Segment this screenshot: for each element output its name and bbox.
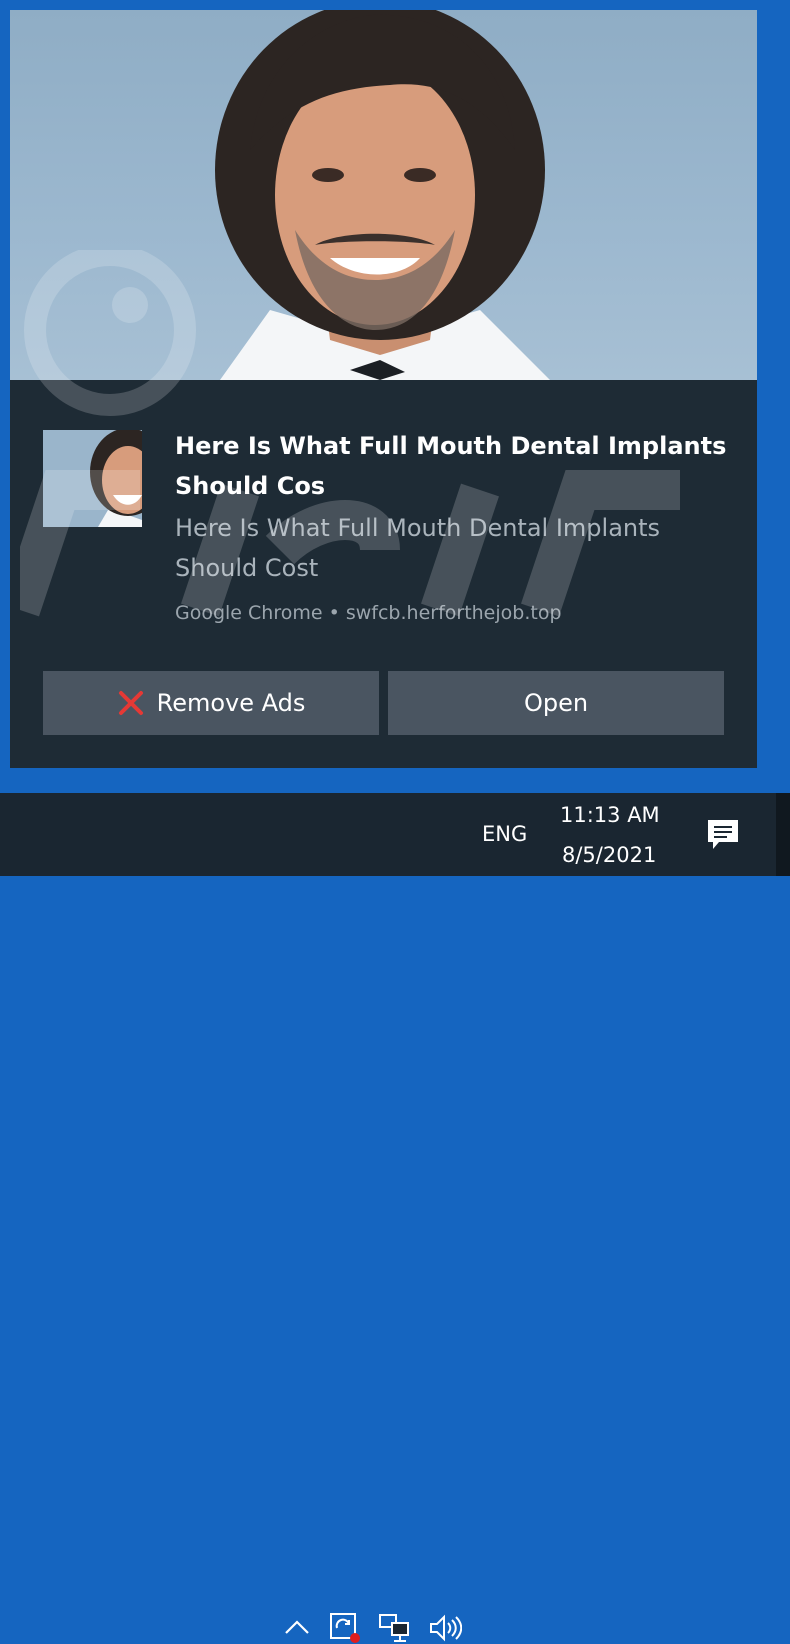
notification-thumbnail — [43, 430, 142, 527]
remove-ads-button[interactable]: Remove Ads — [43, 671, 379, 735]
network-icon[interactable] — [378, 1613, 412, 1643]
language-indicator[interactable]: ENG — [482, 822, 527, 846]
volume-icon[interactable] — [428, 1613, 462, 1643]
taskbar — [0, 793, 790, 1643]
notification-body: Here Is What Full Mouth Dental Implants … — [175, 514, 661, 582]
remove-ads-label: Remove Ads — [156, 689, 306, 717]
sync-alert-icon[interactable] — [329, 1610, 363, 1644]
close-x-icon — [118, 691, 143, 715]
notifications-icon[interactable] — [705, 817, 741, 853]
chevron-up-icon[interactable] — [284, 1618, 310, 1636]
hero-image — [10, 10, 757, 380]
notification-attribution: Google Chrome • swfcb.herforthejob.top — [175, 602, 562, 624]
open-label: Open — [523, 689, 589, 717]
clock-time[interactable]: 11:13 AM — [560, 803, 660, 827]
clock-date[interactable]: 8/5/2021 — [562, 843, 656, 867]
open-button[interactable]: Open — [388, 671, 724, 735]
toast-notification[interactable]: Here Is What Full Mouth Dental Implants … — [10, 10, 757, 768]
notification-title: Here Is What Full Mouth Dental Implants … — [175, 432, 727, 500]
taskbar-edge — [776, 793, 790, 876]
